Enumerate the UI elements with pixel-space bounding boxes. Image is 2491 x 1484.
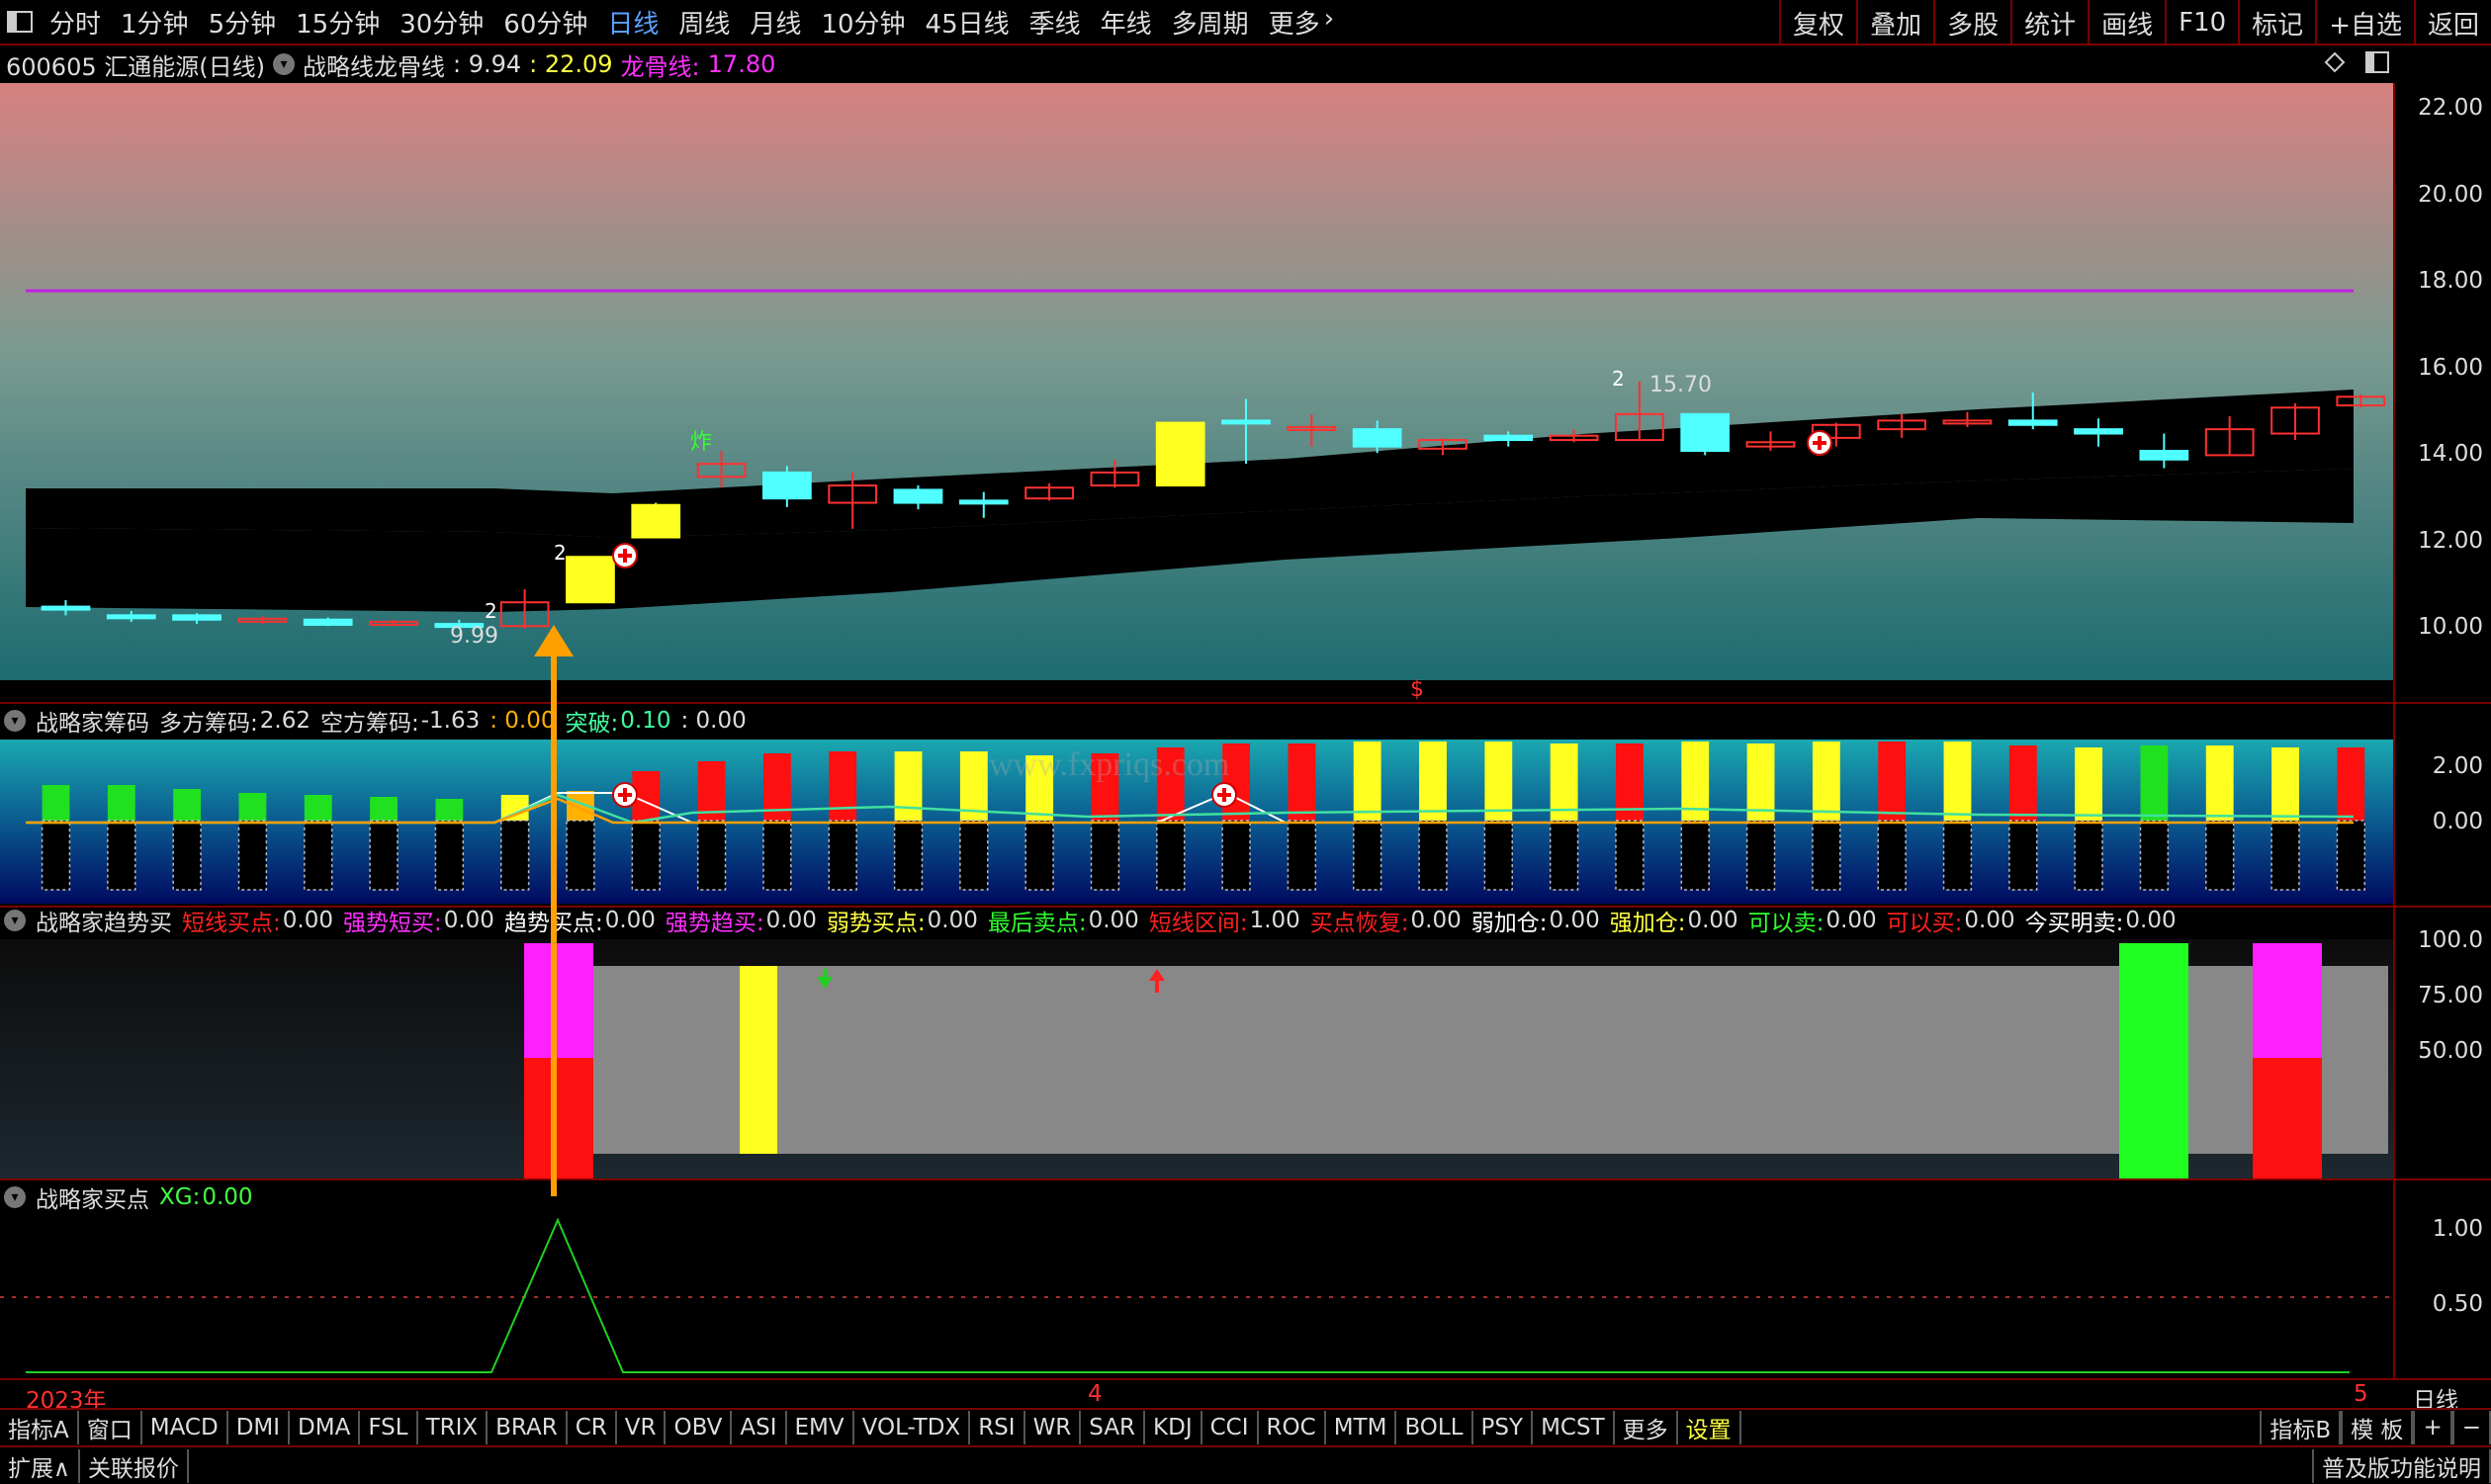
indicator-tab-19[interactable]: ROC xyxy=(1259,1411,1326,1444)
right-tab-3[interactable]: − xyxy=(2451,1411,2491,1444)
chip-axis: 2.00 0.00 xyxy=(2393,704,2491,908)
indicator-tab-16[interactable]: SAR xyxy=(1081,1411,1146,1444)
feature-help-button[interactable]: 普及版功能说明 xyxy=(2312,1448,2491,1483)
indicator-tab-9[interactable]: VR xyxy=(617,1411,667,1444)
right-tab-1[interactable]: 模 板 xyxy=(2341,1411,2414,1444)
indicator-tab-21[interactable]: BOLL xyxy=(1396,1411,1473,1444)
right-tab-0[interactable]: 指标B xyxy=(2260,1411,2342,1444)
indicator-tab-8[interactable]: CR xyxy=(568,1411,617,1444)
axis-label-4: 14.00 xyxy=(2418,441,2483,468)
axis-label-2: 18.00 xyxy=(2418,268,2483,295)
axis-label-1: 0.00 xyxy=(2432,809,2483,834)
axis-label-3: 16.00 xyxy=(2418,354,2483,381)
indicator-tab-3[interactable]: DMI xyxy=(228,1411,291,1444)
axis-label-1: 0.50 xyxy=(2432,1291,2483,1317)
main-price-axis: 22.00 20.00 18.00 16.00 14.00 12.00 10.00 xyxy=(2393,83,2491,704)
orange-arrowhead-icon xyxy=(534,625,574,656)
axis-label-2: 50.00 xyxy=(2418,1038,2483,1064)
indicator-tab-24[interactable]: 更多 xyxy=(1615,1411,1678,1444)
indicator-tab-23[interactable]: MCST xyxy=(1533,1411,1615,1444)
indicator-tab-13[interactable]: VOL-TDX xyxy=(854,1411,971,1444)
indicator-tab-0[interactable]: 指标A xyxy=(0,1411,79,1444)
axis-label-5: 12.00 xyxy=(2418,527,2483,554)
buy-chart xyxy=(0,1217,2393,1373)
indicator-tab-25[interactable]: 设置 xyxy=(1678,1411,1741,1444)
axis-label-0: 100.0 xyxy=(2418,927,2483,953)
month-5-label: 5 xyxy=(2354,1381,2368,1407)
axis-label-0: 1.00 xyxy=(2432,1216,2483,1242)
axis-label-1: 75.00 xyxy=(2418,983,2483,1008)
indicator-tab-18[interactable]: CCI xyxy=(1202,1411,1259,1444)
indicator-tab-2[interactable]: MACD xyxy=(142,1411,228,1444)
indicator-tab-20[interactable]: MTM xyxy=(1326,1411,1397,1444)
related-quote-button[interactable]: 关联报价 xyxy=(80,1448,189,1483)
expand-button[interactable]: 扩展∧ xyxy=(0,1448,80,1483)
trend-axis: 100.0 75.00 50.00 xyxy=(2393,908,2491,1178)
indicator-tab-1[interactable]: 窗口 xyxy=(79,1411,142,1444)
month-4-label: 4 xyxy=(1088,1381,1103,1407)
indicator-tab-7[interactable]: BRAR xyxy=(488,1411,568,1444)
indicator-tab-4[interactable]: DMA xyxy=(290,1411,361,1444)
timeline-bar: 2023年 4 5 日线 xyxy=(0,1378,2491,1414)
axis-label-0: 2.00 xyxy=(2432,753,2483,779)
indicator-tab-14[interactable]: RSI xyxy=(970,1411,1025,1444)
right-tab-2[interactable]: + xyxy=(2413,1411,2452,1444)
indicator-tab-15[interactable]: WR xyxy=(1025,1411,1082,1444)
footer-bar: 扩展∧ 关联报价 普及版功能说明 xyxy=(0,1445,2491,1484)
indicator-tab-12[interactable]: EMV xyxy=(787,1411,854,1444)
indicator-tab-17[interactable]: KDJ xyxy=(1145,1411,1202,1444)
indicator-tab-22[interactable]: PSY xyxy=(1473,1411,1534,1444)
indicator-tab-6[interactable]: TRIX xyxy=(418,1411,489,1444)
toolbar-button-8[interactable]: 返回 xyxy=(2413,0,2491,45)
buy-chart-panel[interactable] xyxy=(0,1216,2393,1378)
indicator-tab-bar: 指标A 窗口 MACD DMI DMA FSL TRIX BRAR CR VR OBV ASI EMV V… xyxy=(0,1408,2491,1445)
indicator-tab-11[interactable]: ASI xyxy=(732,1411,787,1444)
axis-label-0: 22.00 xyxy=(2418,95,2483,122)
buy-axis: 1.00 0.50 xyxy=(2393,1180,2491,1378)
arrow-overlay xyxy=(534,625,574,1196)
indicator-tab-5[interactable]: FSL xyxy=(360,1411,418,1444)
axis-label-6: 10.00 xyxy=(2418,614,2483,641)
indicator-tab-10[interactable]: OBV xyxy=(666,1411,733,1444)
axis-label-1: 20.00 xyxy=(2418,181,2483,208)
